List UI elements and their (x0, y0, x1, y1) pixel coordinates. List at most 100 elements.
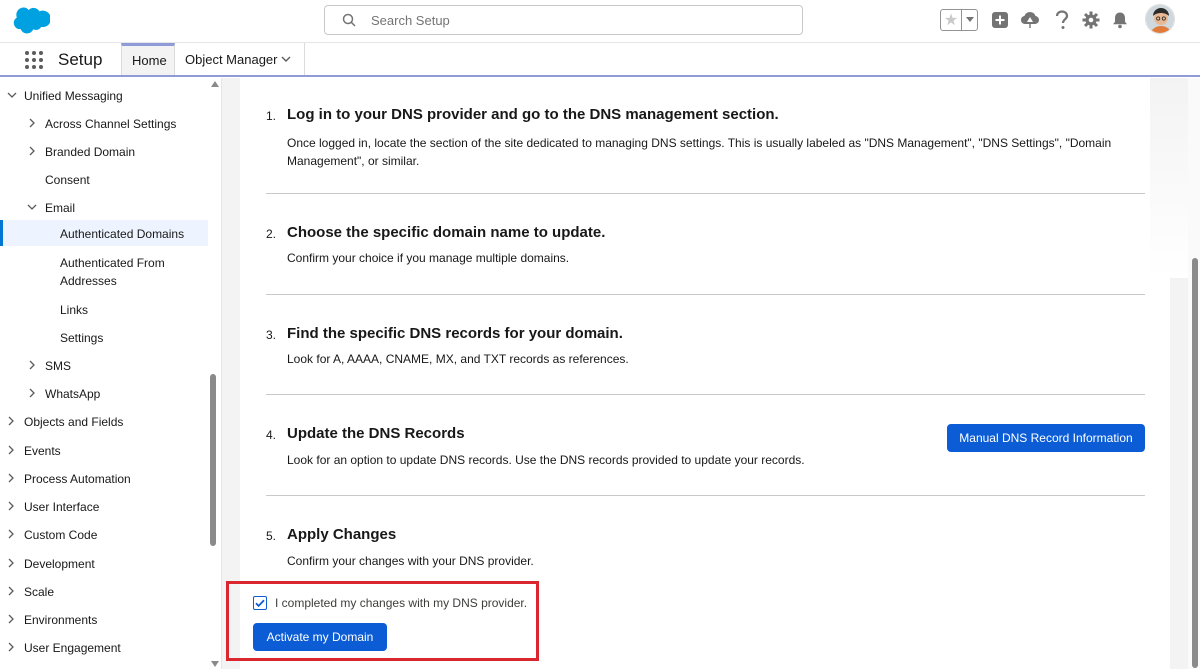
activate-domain-button[interactable]: Activate my Domain (253, 623, 387, 651)
sidebar-item-label: Development (24, 557, 95, 571)
step-description: Confirm your changes with your DNS provi… (287, 554, 534, 568)
app-launcher-icon[interactable] (24, 50, 44, 70)
tab-object-manager[interactable]: Object Manager (175, 43, 305, 75)
step-2: 2. Choose the specific domain name to up… (266, 224, 1146, 274)
step-title: Apply Changes (287, 526, 397, 543)
divider (266, 394, 1145, 395)
sidebar-scroll-thumb[interactable] (210, 374, 216, 546)
sidebar-item-across-channel-settings[interactable]: Across Channel Settings (0, 112, 208, 138)
sidebar-item-custom-code[interactable]: Custom Code (0, 523, 208, 549)
step-1: 1. Log in to your DNS provider and go to… (266, 106, 1146, 176)
divider (266, 495, 1145, 496)
salesforce-cloud-logo[interactable] (12, 6, 51, 34)
sidebar-item-label: Unified Messaging (24, 89, 123, 103)
chevron-right-icon[interactable] (26, 117, 38, 129)
sidebar-item-sms[interactable]: SMS (0, 354, 208, 380)
step-description: Look for an option to update DNS records… (287, 453, 805, 467)
trailhead-icon[interactable] (1020, 10, 1040, 30)
search-icon (342, 13, 356, 27)
gear-icon[interactable] (1081, 10, 1101, 30)
chevron-right-icon[interactable] (5, 472, 17, 484)
scroll-down-arrow-icon[interactable] (211, 661, 219, 667)
chevron-right-icon[interactable] (5, 528, 17, 540)
chevron-right-icon[interactable] (26, 145, 38, 157)
confirm-checkbox-label[interactable]: I completed my changes with my DNS provi… (275, 596, 527, 610)
sidebar-item-label: Events (24, 444, 61, 458)
chevron-right-icon[interactable] (5, 613, 17, 625)
context-bar: Setup Home Object Manager (0, 43, 1200, 77)
sidebar-item-label: SMS (45, 359, 72, 373)
sidebar-item-consent[interactable]: Consent (0, 168, 208, 194)
chevron-down-icon[interactable] (961, 10, 977, 30)
sidebar-item-label: User Interface (24, 500, 100, 514)
chevron-right-icon[interactable] (26, 387, 38, 399)
confirm-checkbox[interactable] (253, 596, 267, 610)
main-scroll-thumb[interactable] (1192, 258, 1198, 668)
checkmark-icon (255, 599, 265, 608)
manual-dns-record-info-button[interactable]: Manual DNS Record Information (947, 424, 1145, 452)
chevron-down-icon[interactable] (26, 201, 38, 213)
tab-home-label: Home (132, 53, 167, 68)
sidebar-item-whatsapp[interactable]: WhatsApp (0, 382, 208, 408)
sidebar-item-label: Branded Domain (45, 145, 136, 159)
sidebar-item-links[interactable]: Links (0, 298, 208, 324)
star-icon[interactable]: ★ (941, 10, 961, 30)
add-icon[interactable] (990, 10, 1010, 30)
sidebar-item-branded-domain[interactable]: Branded Domain (0, 140, 208, 166)
main-scrollbar[interactable] (1188, 78, 1200, 669)
sidebar-item-label: Environments (24, 613, 98, 627)
search-input[interactable] (369, 10, 789, 30)
sidebar-item-events[interactable]: Events (0, 439, 208, 465)
sidebar-item-process-automation[interactable]: Process Automation (0, 467, 208, 493)
chevron-right-icon[interactable] (5, 585, 17, 597)
step-title: Find the specific DNS records for your d… (287, 325, 623, 342)
sidebar-item-settings[interactable]: Settings (0, 326, 208, 352)
step-number: 2. (266, 227, 277, 241)
step-number: 3. (266, 328, 277, 342)
sidebar-item-label: Objects and Fields (24, 415, 124, 429)
step-title: Update the DNS Records (287, 425, 465, 442)
chevron-right-icon[interactable] (5, 641, 17, 653)
sidebar-item-user-interface[interactable]: User Interface (0, 495, 208, 521)
sidebar-scrollbar[interactable] (208, 78, 220, 669)
chevron-down-icon[interactable] (280, 53, 292, 65)
sidebar-item-label: WhatsApp (45, 387, 101, 401)
chevron-right-icon[interactable] (5, 500, 17, 512)
sidebar-item-objects-and-fields[interactable]: Objects and Fields (0, 410, 208, 436)
global-header: ★ (0, 0, 1200, 43)
setup-tree-sidebar: Unified Messaging Across Channel Setting… (0, 78, 222, 669)
help-icon[interactable] (1052, 10, 1072, 30)
sidebar-item-label: Consent (45, 173, 90, 187)
chevron-right-icon[interactable] (5, 444, 17, 456)
step-3: 3. Find the specific DNS records for you… (266, 325, 1146, 375)
background-fade (1150, 78, 1188, 278)
sidebar-item-label: Across Channel Settings (45, 117, 177, 131)
chevron-right-icon[interactable] (5, 415, 17, 427)
bell-icon[interactable] (1110, 10, 1130, 30)
sidebar-item-unified-messaging[interactable]: Unified Messaging (0, 84, 208, 110)
favorites-group[interactable]: ★ (940, 9, 978, 31)
sidebar-item-label: Scale (24, 585, 55, 599)
sidebar-item-label: Process Automation (24, 472, 131, 486)
chevron-right-icon[interactable] (5, 557, 17, 569)
tab-object-manager-label: Object Manager (185, 51, 278, 67)
sidebar-item-environments[interactable]: Environments (0, 608, 208, 634)
sidebar-item-user-engagement[interactable]: User Engagement (0, 636, 208, 662)
sidebar-item-authenticated-domains[interactable]: Authenticated Domains (0, 220, 208, 246)
sidebar-item-scale[interactable]: Scale (0, 580, 208, 606)
chevron-right-icon[interactable] (26, 359, 38, 371)
chevron-down-icon[interactable] (6, 89, 18, 101)
step-title: Choose the specific domain name to updat… (287, 224, 606, 241)
sidebar-item-email[interactable]: Email (0, 196, 208, 222)
sidebar-item-development[interactable]: Development (0, 552, 208, 578)
sidebar-item-authenticated-from-addresses[interactable]: Authenticated From Addresses (0, 252, 208, 290)
step-description: Look for A, AAAA, CNAME, MX, and TXT rec… (287, 352, 629, 366)
sidebar-item-label: User Engagement (24, 641, 121, 655)
search-box[interactable] (324, 5, 803, 35)
sidebar-item-label: Links (60, 303, 89, 317)
step-description: Confirm your choice if you manage multip… (287, 251, 570, 265)
avatar[interactable] (1145, 4, 1175, 34)
scroll-up-arrow-icon[interactable] (211, 81, 219, 87)
divider (266, 294, 1145, 295)
tab-home[interactable]: Home (121, 43, 175, 75)
